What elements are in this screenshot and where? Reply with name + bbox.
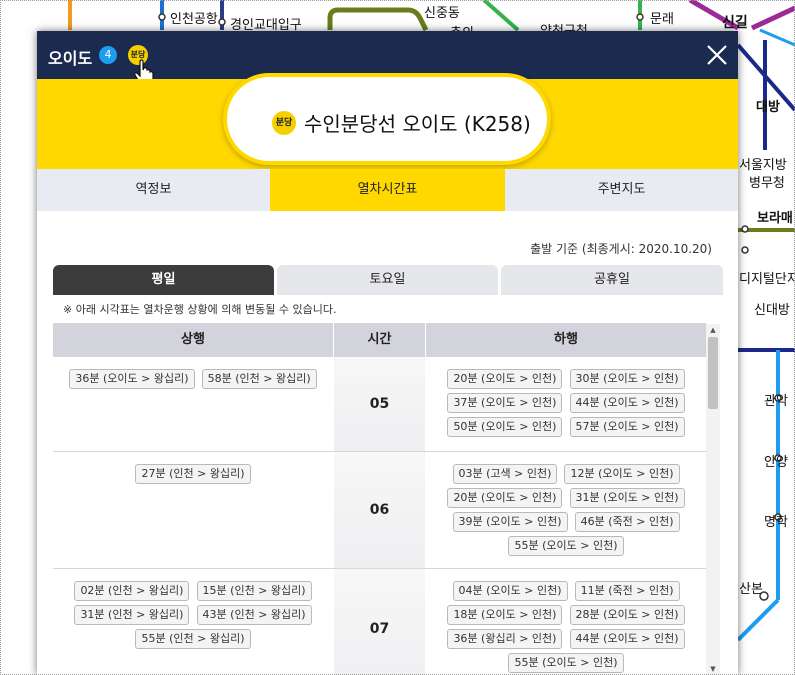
table-row: 02분 (인천 > 왕십리) 15분 (인천 > 왕십리) 31분 (인천 > … bbox=[53, 569, 706, 675]
train-time-chip[interactable]: 43분 (인천 > 왕십리) bbox=[196, 605, 312, 625]
train-time-chip[interactable]: 37분 (오이도 > 인천) bbox=[447, 393, 563, 413]
train-time-chip[interactable]: 36분 (왕십리 > 인천) bbox=[447, 629, 563, 649]
station-title: 오이도 bbox=[48, 49, 93, 68]
train-time-chip[interactable]: 31분 (오이도 > 인천) bbox=[569, 488, 685, 508]
train-time-chip[interactable]: 03분 (고색 > 인천) bbox=[452, 464, 558, 484]
timetable-notice: ※ 아래 시각표는 열차운행 상황에 의해 변동될 수 있습니다. bbox=[63, 303, 337, 316]
map-station-label[interactable]: 디지털단지 bbox=[739, 268, 795, 287]
tab-station-info[interactable]: 역정보 bbox=[37, 169, 270, 211]
tab-nearby-map[interactable]: 주변지도 bbox=[505, 169, 738, 211]
train-time-chip[interactable]: 12분 (오이도 > 인천) bbox=[564, 464, 680, 484]
posted-date-note: 출발 기준 (최종게시: 2020.10.20) bbox=[530, 242, 712, 256]
timetable-scrollbar[interactable]: ▲ ▼ bbox=[706, 324, 720, 675]
train-time-chip[interactable]: 18분 (오이도 > 인천) bbox=[447, 605, 563, 625]
up-cell: 36분 (오이도 > 왕십리) 58분 (인천 > 왕십리) bbox=[53, 357, 333, 451]
train-time-chip[interactable]: 02분 (인천 > 왕십리) bbox=[74, 581, 190, 601]
hour-cell: 05 bbox=[334, 357, 425, 451]
down-cell: 03분 (고색 > 인천) 12분 (오이도 > 인천) 20분 (오이도 > … bbox=[426, 452, 706, 568]
tab-holiday[interactable]: 공휴일 bbox=[501, 265, 723, 295]
header-down: 하행 bbox=[426, 323, 706, 357]
down-cell: 04분 (오이도 > 인천) 11분 (죽전 > 인천) 18분 (오이도 > … bbox=[426, 569, 706, 675]
modal-tabs: 역정보 열차시간표 주변지도 bbox=[37, 169, 738, 211]
scroll-down-icon[interactable]: ▼ bbox=[706, 663, 720, 675]
station-modal: 오이도 4 분당 분당 수인분당선 오이도 (K258) 역정보 열차시간표 주… bbox=[37, 31, 738, 675]
modal-header: 오이도 4 분당 bbox=[37, 31, 738, 85]
timetable-panel: 출발 기준 (최종게시: 2020.10.20) 평일 토요일 공휴일 ※ 아래… bbox=[37, 211, 738, 675]
map-station-label[interactable]: 보라매 bbox=[757, 207, 793, 226]
train-time-chip[interactable]: 30분 (오이도 > 인천) bbox=[569, 369, 685, 389]
map-station-label[interactable]: 인천공항 bbox=[170, 8, 218, 27]
train-time-chip[interactable]: 44분 (오이도 > 인천) bbox=[569, 629, 685, 649]
tab-weekday[interactable]: 평일 bbox=[53, 265, 274, 295]
train-time-chip[interactable]: 04분 (오이도 > 인천) bbox=[452, 581, 568, 601]
train-time-chip[interactable]: 27분 (인천 > 왕십리) bbox=[135, 464, 251, 484]
scroll-up-icon[interactable]: ▲ bbox=[706, 324, 720, 336]
timetable-table: 상행 시간 하행 36분 (오이도 > 왕십리) 58분 (인천 > 왕십리) … bbox=[53, 323, 723, 675]
map-station-label[interactable]: 서울지방 bbox=[739, 154, 787, 173]
train-time-chip[interactable]: 44분 (오이도 > 인천) bbox=[569, 393, 685, 413]
map-station-label[interactable]: 문래 bbox=[650, 8, 674, 27]
map-station-label[interactable]: 관악 bbox=[764, 390, 788, 409]
station-name-pill: 분당 수인분당선 오이도 (K258) bbox=[223, 73, 551, 165]
station-full-name: 수인분당선 오이도 (K258) bbox=[304, 112, 531, 136]
train-time-chip[interactable]: 55분 (인천 > 왕십리) bbox=[135, 629, 251, 649]
train-time-chip[interactable]: 20분 (오이도 > 인천) bbox=[447, 488, 563, 508]
table-row: 36분 (오이도 > 왕십리) 58분 (인천 > 왕십리) 05 20분 (오… bbox=[53, 357, 706, 452]
bundang-line-badge: 분당 bbox=[272, 111, 296, 135]
tab-timetable[interactable]: 열차시간표 bbox=[270, 169, 505, 211]
map-station-label[interactable]: 신대방 bbox=[754, 299, 790, 318]
tab-saturday[interactable]: 토요일 bbox=[277, 265, 498, 295]
train-time-chip[interactable]: 28분 (오이도 > 인천) bbox=[569, 605, 685, 625]
train-time-chip[interactable]: 50분 (오이도 > 인천) bbox=[447, 417, 563, 437]
train-time-chip[interactable]: 31분 (인천 > 왕십리) bbox=[74, 605, 190, 625]
train-time-chip[interactable]: 36분 (오이도 > 왕십리) bbox=[69, 369, 195, 389]
map-station-label[interactable]: 신중동 bbox=[424, 2, 460, 21]
train-time-chip[interactable]: 55분 (오이도 > 인천) bbox=[508, 653, 624, 673]
train-time-chip[interactable]: 20분 (오이도 > 인천) bbox=[447, 369, 563, 389]
up-cell: 02분 (인천 > 왕십리) 15분 (인천 > 왕십리) 31분 (인천 > … bbox=[53, 569, 333, 675]
close-icon[interactable] bbox=[704, 42, 730, 68]
train-time-chip[interactable]: 46분 (죽전 > 인천) bbox=[574, 512, 680, 532]
train-time-chip[interactable]: 39분 (오이도 > 인천) bbox=[452, 512, 568, 532]
train-time-chip[interactable]: 58분 (인천 > 왕십리) bbox=[201, 369, 317, 389]
map-station-label[interactable]: 명학 bbox=[764, 511, 788, 530]
train-time-chip[interactable]: 11분 (죽전 > 인천) bbox=[574, 581, 680, 601]
map-station-label[interactable]: 대방 bbox=[756, 96, 780, 115]
table-row: 27분 (인천 > 왕십리) 06 03분 (고색 > 인천) 12분 (오이도… bbox=[53, 452, 706, 569]
line4-badge[interactable]: 4 bbox=[99, 46, 117, 64]
down-cell: 20분 (오이도 > 인천) 30분 (오이도 > 인천) 37분 (오이도 >… bbox=[426, 357, 706, 451]
hour-cell: 06 bbox=[334, 452, 425, 568]
day-tabs: 평일 토요일 공휴일 bbox=[53, 265, 723, 295]
hour-cell: 07 bbox=[334, 569, 425, 675]
header-up: 상행 bbox=[53, 323, 333, 357]
map-station-label[interactable]: 병무청 bbox=[749, 172, 785, 191]
train-time-chip[interactable]: 55분 (오이도 > 인천) bbox=[508, 536, 624, 556]
map-station-label[interactable]: 산본 bbox=[739, 578, 763, 597]
scroll-thumb[interactable] bbox=[708, 337, 718, 409]
train-time-chip[interactable]: 57분 (오이도 > 인천) bbox=[569, 417, 685, 437]
map-station-label[interactable]: 신길 bbox=[722, 12, 748, 32]
map-station-label[interactable]: 안양 bbox=[764, 451, 788, 470]
train-time-chip[interactable]: 15분 (인천 > 왕십리) bbox=[196, 581, 312, 601]
header-hour: 시간 bbox=[334, 323, 425, 357]
up-cell: 27분 (인천 > 왕십리) bbox=[53, 452, 333, 568]
